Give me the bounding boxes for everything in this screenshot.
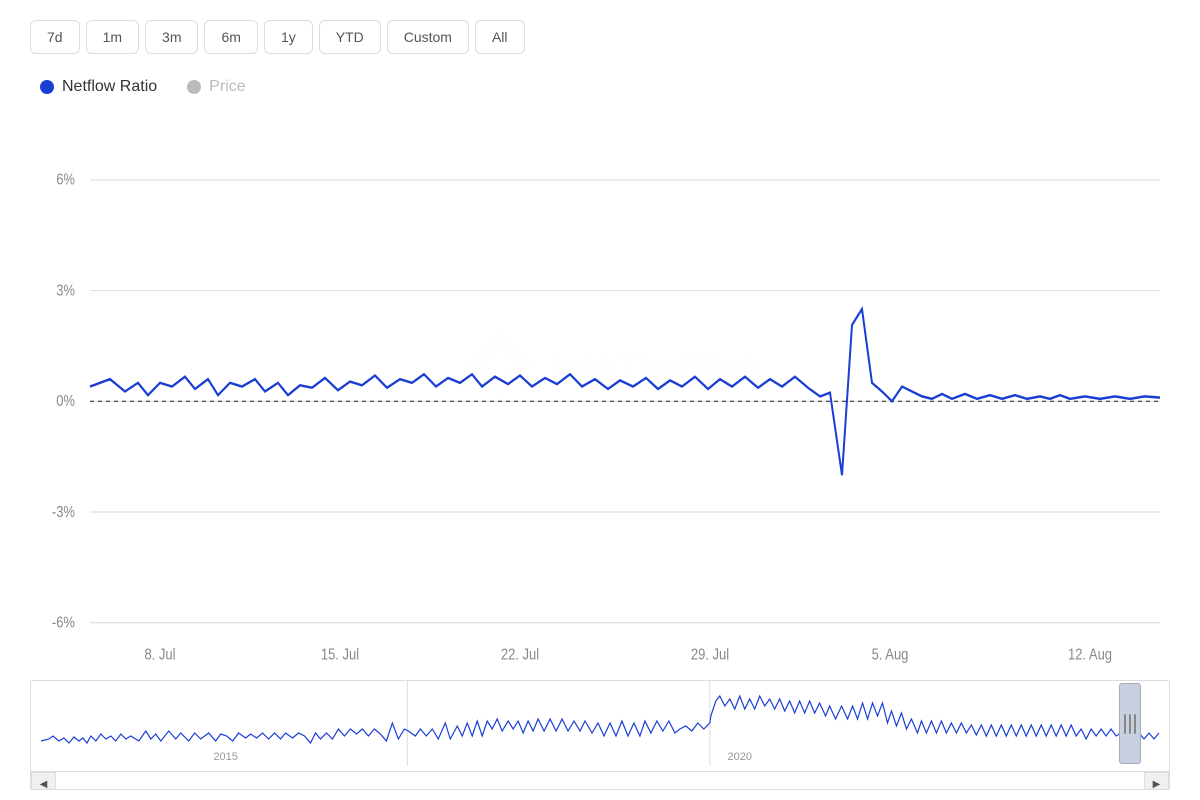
svg-text:6%: 6% [56,172,75,190]
svg-text:12. Aug: 12. Aug [1068,647,1112,665]
legend-netflow: Netflow Ratio [40,78,157,96]
price-dot [187,80,201,94]
handle-line-2 [1129,714,1131,734]
mini-chart-container: 2015 2020 ◀ ▶ [30,680,1170,790]
handle-line-1 [1124,714,1126,734]
svg-text:5. Aug: 5. Aug [872,647,909,665]
mini-chart-handle[interactable] [1119,683,1141,764]
btn-3m[interactable]: 3m [145,20,198,54]
price-label: Price [209,78,245,96]
chart-legend: Netflow Ratio Price [40,78,1170,96]
time-range-bar: 7d 1m 3m 6m 1y YTD Custom All [30,20,1170,54]
btn-7d[interactable]: 7d [30,20,80,54]
scroll-right-button[interactable]: ▶ [1144,772,1169,791]
svg-text:-6%: -6% [52,615,75,633]
nav-buttons-row: ◀ ▶ [31,771,1169,790]
netflow-dot [40,80,54,94]
legend-price: Price [187,78,245,96]
handle-lines [1124,714,1136,734]
svg-text:8. Jul: 8. Jul [144,647,175,665]
svg-text:29. Jul: 29. Jul [691,647,729,665]
btn-1y[interactable]: 1y [264,20,313,54]
svg-text:0%: 0% [56,393,75,411]
btn-custom[interactable]: Custom [387,20,469,54]
handle-line-3 [1134,714,1136,734]
svg-text:3%: 3% [56,282,75,300]
svg-text:-3%: -3% [52,504,75,522]
btn-all[interactable]: All [475,20,525,54]
mini-chart-svg: 2015 2020 [31,681,1169,766]
main-container: 7d 1m 3m 6m 1y YTD Custom All Netflow Ra… [0,0,1200,800]
main-chart-area: IntoTheBlock 6% 3% 0% -3% -6% [30,106,1170,672]
svg-text:22. Jul: 22. Jul [501,647,539,665]
svg-text:15. Jul: 15. Jul [321,647,359,665]
scroll-left-button[interactable]: ◀ [31,772,56,791]
svg-text:2020: 2020 [728,751,752,763]
chart-wrapper: IntoTheBlock 6% 3% 0% -3% -6% [30,106,1170,790]
svg-text:2015: 2015 [213,751,237,763]
btn-6m[interactable]: 6m [204,20,257,54]
btn-1m[interactable]: 1m [86,20,139,54]
btn-ytd[interactable]: YTD [319,20,381,54]
main-chart-svg: 6% 3% 0% -3% -6% 8. Jul 15. Jul 22. Jul … [30,106,1170,672]
netflow-label: Netflow Ratio [62,78,157,96]
